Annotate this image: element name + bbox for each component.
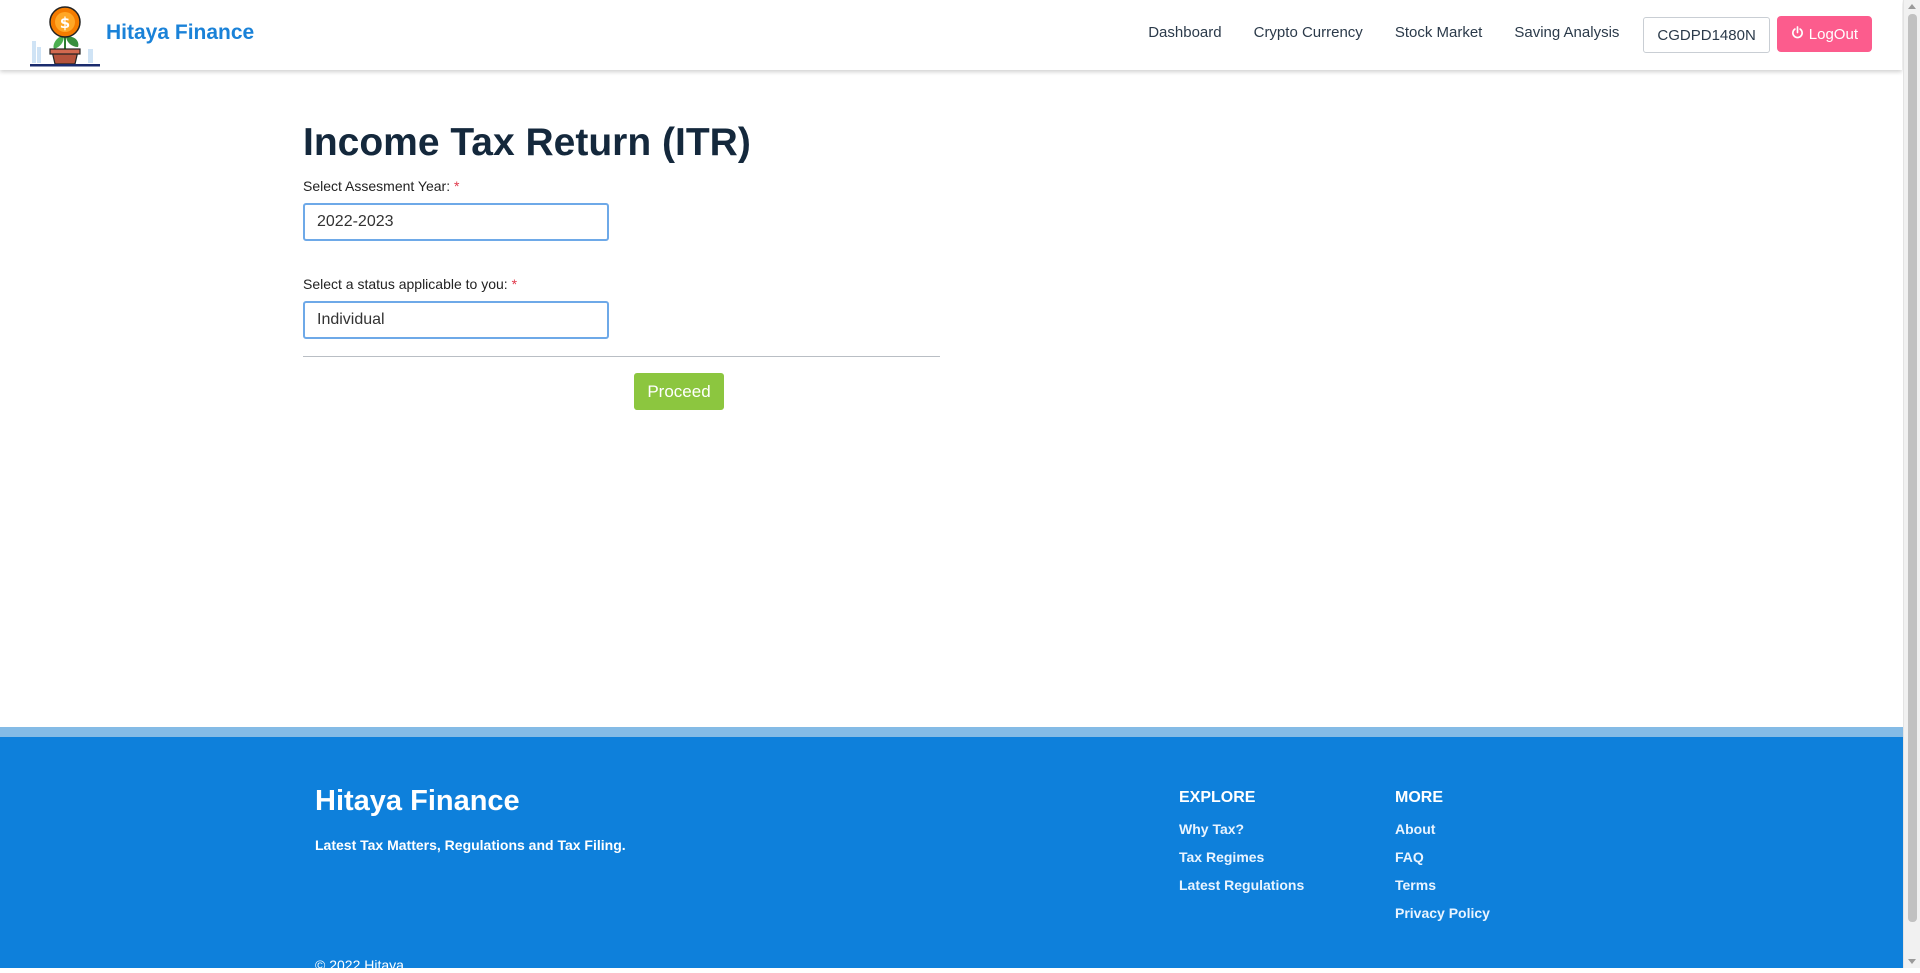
plant-coin-logo-icon: $ [30, 5, 100, 67]
nav-links: Dashboard Crypto Currency Stock Market S… [1116, 0, 1902, 70]
nav-crypto-currency[interactable]: Crypto Currency [1254, 24, 1363, 41]
nav-dashboard[interactable]: Dashboard [1148, 24, 1221, 41]
footer-link-about[interactable]: About [1395, 819, 1490, 847]
footer-brand: Hitaya Finance [315, 785, 520, 817]
page-scrollbar[interactable] [1903, 0, 1920, 968]
nav-saving-analysis[interactable]: Saving Analysis [1514, 24, 1619, 41]
proceed-button[interactable]: Proceed [634, 373, 724, 410]
status-label: Select a status applicable to you: * [303, 276, 518, 292]
footer-tagline: Latest Tax Matters, Regulations and Tax … [315, 837, 626, 853]
footer-more-column: MORE About FAQ Terms Privacy Policy [1395, 789, 1490, 931]
footer-copyright: © 2022 Hitaya [315, 957, 404, 973]
form-divider [303, 356, 940, 357]
pan-number-badge: CGDPD1480N [1643, 17, 1770, 53]
brand[interactable]: $ Hitaya Finance [30, 5, 254, 67]
footer-link-latest-regulations[interactable]: Latest Regulations [1179, 875, 1304, 903]
footer-link-terms[interactable]: Terms [1395, 875, 1490, 903]
nav-stock-market[interactable]: Stock Market [1395, 24, 1483, 41]
footer-explore-column: EXPLORE Why Tax? Tax Regimes Latest Regu… [1179, 789, 1304, 903]
footer-explore-heading: EXPLORE [1179, 789, 1256, 806]
page-title: Income Tax Return (ITR) [303, 121, 751, 164]
status-select[interactable]: Individual [303, 301, 609, 339]
assessment-year-label: Select Assesment Year: * [303, 178, 460, 194]
brand-name[interactable]: Hitaya Finance [106, 21, 254, 45]
logout-button[interactable]: LogOut [1776, 16, 1872, 52]
footer: Hitaya Finance Latest Tax Matters, Regul… [0, 737, 1903, 973]
scroll-down-arrow-icon[interactable] [1908, 959, 1916, 964]
footer-link-faq[interactable]: FAQ [1395, 847, 1490, 875]
assessment-year-select[interactable]: 2022-2023 [303, 203, 609, 241]
required-asterisk: * [511, 276, 518, 292]
scrollbar-thumb[interactable] [1908, 14, 1917, 922]
itr-form: Income Tax Return (ITR) Select Assesment… [303, 110, 943, 410]
footer-link-why-tax[interactable]: Why Tax? [1179, 819, 1304, 847]
scroll-up-arrow-icon[interactable] [1908, 4, 1916, 9]
logout-label: LogOut [1808, 25, 1858, 43]
required-asterisk: * [453, 178, 460, 194]
power-icon [1791, 25, 1804, 43]
footer-more-heading: MORE [1395, 789, 1443, 806]
top-navbar: $ Hitaya Finance Dashboard Crypto Curren… [0, 0, 1902, 70]
svg-text:$: $ [60, 14, 70, 32]
footer-link-privacy-policy[interactable]: Privacy Policy [1395, 903, 1490, 931]
footer-link-tax-regimes[interactable]: Tax Regimes [1179, 847, 1304, 875]
footer-top-strip [0, 727, 1903, 737]
